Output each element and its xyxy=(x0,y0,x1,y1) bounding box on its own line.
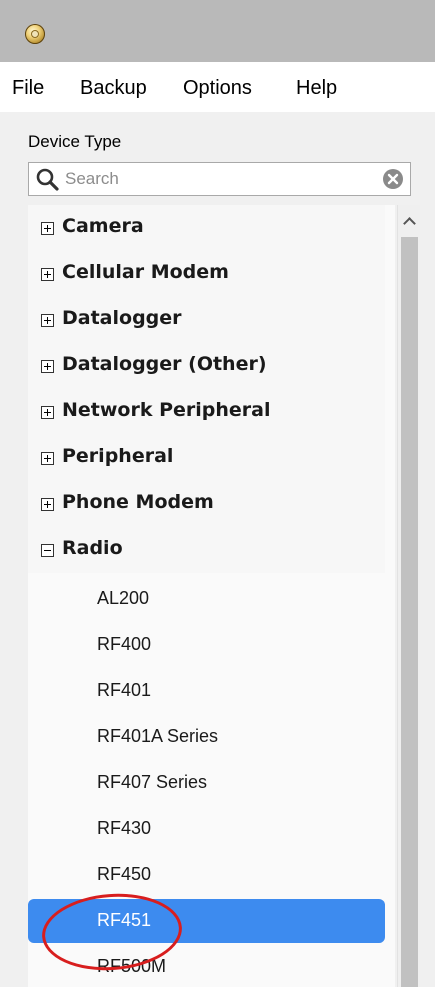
search-icon xyxy=(36,168,59,191)
search-input[interactable] xyxy=(65,166,365,192)
expand-icon[interactable] xyxy=(41,314,54,327)
item-label: RF401A Series xyxy=(97,726,219,746)
search-box xyxy=(28,162,411,196)
expand-icon[interactable] xyxy=(41,268,54,281)
title-bar xyxy=(0,0,435,62)
tree-item-rf430[interactable]: RF430 xyxy=(28,807,385,853)
app-window: File Backup Options Help Device Type Cam… xyxy=(0,0,435,987)
expand-icon[interactable] xyxy=(41,222,54,235)
category-label: Phone Modem xyxy=(62,491,214,513)
item-label: RF430 xyxy=(97,818,152,838)
expand-icon[interactable] xyxy=(41,406,54,419)
item-label: RF451 xyxy=(97,910,152,930)
clear-search-icon[interactable] xyxy=(382,168,404,190)
item-label: RF407 Series xyxy=(97,772,208,792)
category-label: Datalogger xyxy=(62,307,182,329)
item-label: AL200 xyxy=(97,588,150,608)
menu-file[interactable]: File xyxy=(12,73,44,103)
tree-category-datalogger[interactable]: Datalogger xyxy=(28,297,385,343)
tree-item-rf400[interactable]: RF400 xyxy=(28,623,385,669)
item-label: RF401 xyxy=(97,680,152,700)
category-label: Network Peripheral xyxy=(62,399,271,421)
scroll-up-arrow-icon[interactable] xyxy=(398,205,420,233)
expand-icon[interactable] xyxy=(41,360,54,373)
tree-category-datalogger-other[interactable]: Datalogger (Other) xyxy=(28,343,385,389)
item-label: RF450 xyxy=(97,864,152,884)
tree-item-rf401[interactable]: RF401 xyxy=(28,669,385,715)
menu-help[interactable]: Help xyxy=(296,73,337,103)
tree-category-phone-modem[interactable]: Phone Modem xyxy=(28,481,385,527)
tree-item-al200[interactable]: AL200 xyxy=(28,577,385,623)
category-label: Peripheral xyxy=(62,445,174,467)
tree-item-rf451[interactable]: RF451 xyxy=(28,899,385,943)
collapse-icon[interactable] xyxy=(41,544,54,557)
scroll-thumb[interactable] xyxy=(401,237,418,987)
category-label: Radio xyxy=(62,537,123,559)
tree-item-rf450[interactable]: RF450 xyxy=(28,853,385,899)
category-label: Cellular Modem xyxy=(62,261,229,283)
item-label: RF500M xyxy=(97,956,167,976)
tree-category-peripheral[interactable]: Peripheral xyxy=(28,435,385,481)
menu-backup[interactable]: Backup xyxy=(80,73,147,103)
app-icon[interactable] xyxy=(25,24,45,44)
tree-item-rf500m[interactable]: RF500M xyxy=(28,945,385,987)
tree-category-network-peripheral[interactable]: Network Peripheral xyxy=(28,389,385,435)
tree-item-rf407-series[interactable]: RF407 Series xyxy=(28,761,385,807)
tree-item-rf401a-series[interactable]: RF401A Series xyxy=(28,715,385,761)
expand-icon[interactable] xyxy=(41,498,54,511)
category-label: Camera xyxy=(62,215,144,237)
menu-options[interactable]: Options xyxy=(183,73,252,103)
tree-category-radio[interactable]: Radio xyxy=(28,527,385,573)
tree-scrollbar[interactable] xyxy=(397,205,420,987)
tree-category-cellular-modem[interactable]: Cellular Modem xyxy=(28,251,385,297)
item-label: RF400 xyxy=(97,634,152,654)
expand-icon[interactable] xyxy=(41,452,54,465)
category-label: Datalogger (Other) xyxy=(62,353,267,375)
device-type-label: Device Type xyxy=(28,132,122,151)
tree-category-camera[interactable]: Camera xyxy=(28,205,385,251)
device-type-tree: Camera Cellular Modem Datalogger Datalog… xyxy=(28,205,395,987)
